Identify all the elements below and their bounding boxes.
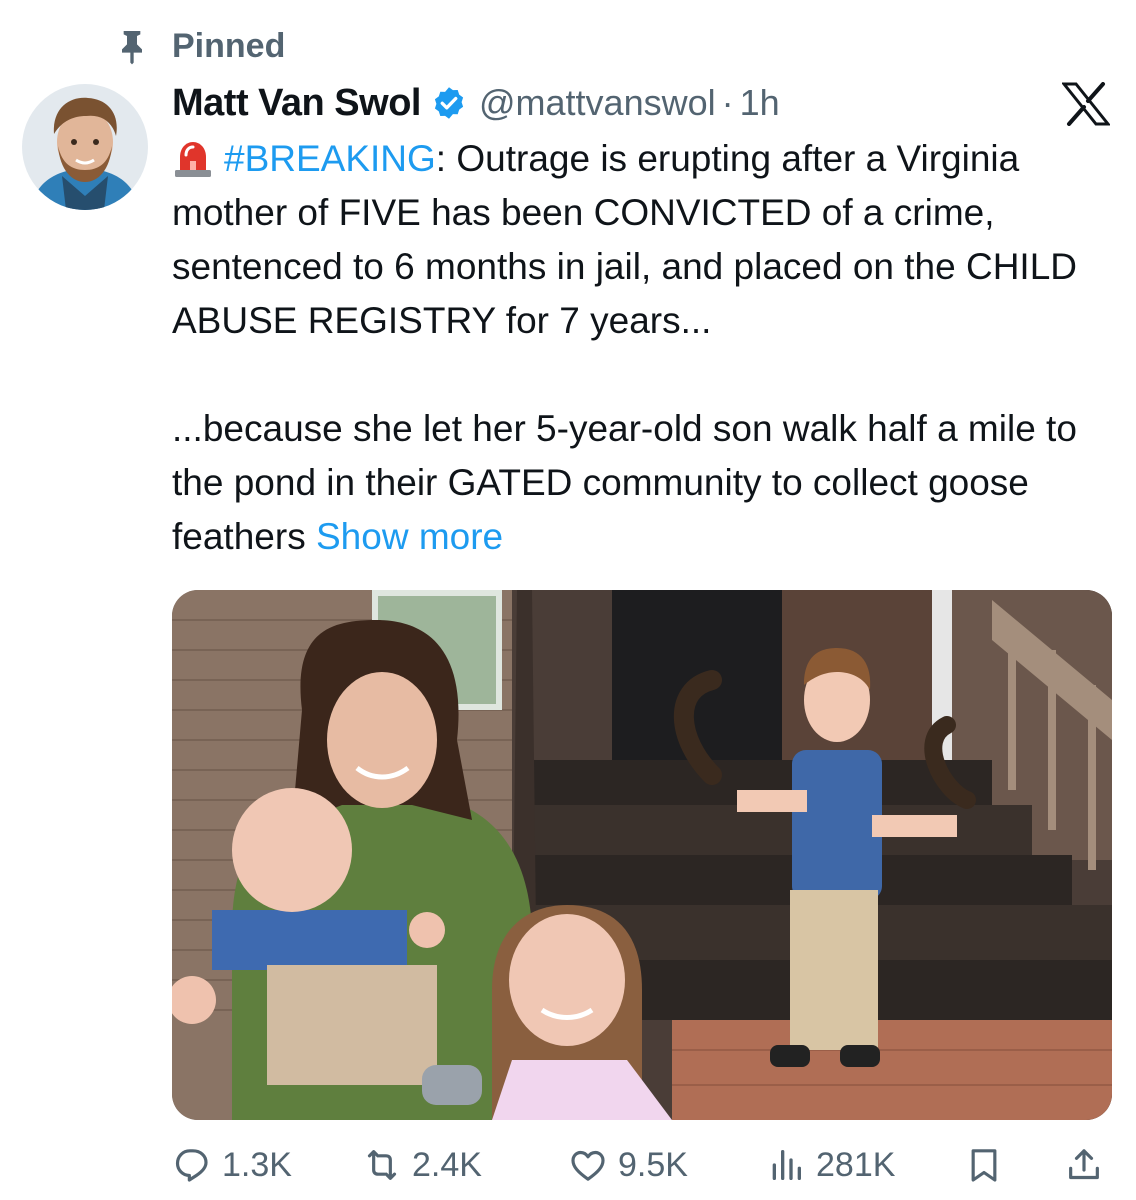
post-image-photo bbox=[172, 590, 1112, 1120]
like-count: 9.5K bbox=[618, 1145, 688, 1184]
heart-icon bbox=[571, 1150, 605, 1181]
author-display-name[interactable]: Matt Van Swol bbox=[172, 82, 421, 125]
repost-count: 2.4K bbox=[412, 1145, 482, 1184]
pin-icon bbox=[122, 31, 142, 65]
hashtag-breaking[interactable]: #BREAKING bbox=[224, 138, 436, 179]
views-count: 281K bbox=[816, 1145, 896, 1184]
repost-button[interactable]: 2.4K bbox=[362, 1145, 482, 1185]
bookmark-button[interactable] bbox=[964, 1145, 1004, 1185]
separator-dot: · bbox=[721, 82, 734, 123]
reply-button[interactable]: 1.3K bbox=[172, 1145, 292, 1185]
post-paragraph-1: #BREAKING: Outrage is erupting after a V… bbox=[172, 132, 1122, 348]
x-logo-icon bbox=[1062, 82, 1110, 126]
verified-icon bbox=[434, 87, 464, 119]
share-button[interactable] bbox=[1064, 1145, 1104, 1185]
bookmark-icon bbox=[971, 1149, 997, 1182]
pinned-label: Pinned bbox=[172, 26, 286, 65]
retweet-icon bbox=[367, 1150, 397, 1180]
post-text: #BREAKING: Outrage is erupting after a V… bbox=[172, 132, 1122, 564]
reply-icon bbox=[175, 1149, 208, 1182]
share-icon bbox=[1069, 1149, 1099, 1180]
views-button[interactable]: 281K bbox=[766, 1145, 895, 1185]
post-timestamp[interactable]: 1h bbox=[740, 82, 780, 124]
show-more-link[interactable]: Show more bbox=[316, 516, 503, 557]
author-handle[interactable]: @mattvanswol bbox=[479, 82, 716, 124]
like-button[interactable]: 9.5K bbox=[568, 1145, 688, 1185]
post-paragraph-2: ...because she let her 5-year-old son wa… bbox=[172, 402, 1122, 564]
post-actions: 1.3K 2.4K 9.5K 281K bbox=[172, 1140, 1112, 1190]
post-image[interactable] bbox=[172, 590, 1112, 1120]
post-header: Matt Van Swol @mattvanswol · 1h bbox=[172, 78, 780, 128]
post-text-paragraph2: ...because she let her 5-year-old son wa… bbox=[172, 408, 1077, 557]
reply-count: 1.3K bbox=[222, 1145, 292, 1184]
avatar[interactable] bbox=[22, 84, 148, 210]
siren-icon bbox=[175, 142, 211, 177]
avatar-image bbox=[22, 84, 148, 210]
pinned-indicator: Pinned bbox=[112, 24, 285, 68]
views-icon bbox=[772, 1150, 801, 1180]
